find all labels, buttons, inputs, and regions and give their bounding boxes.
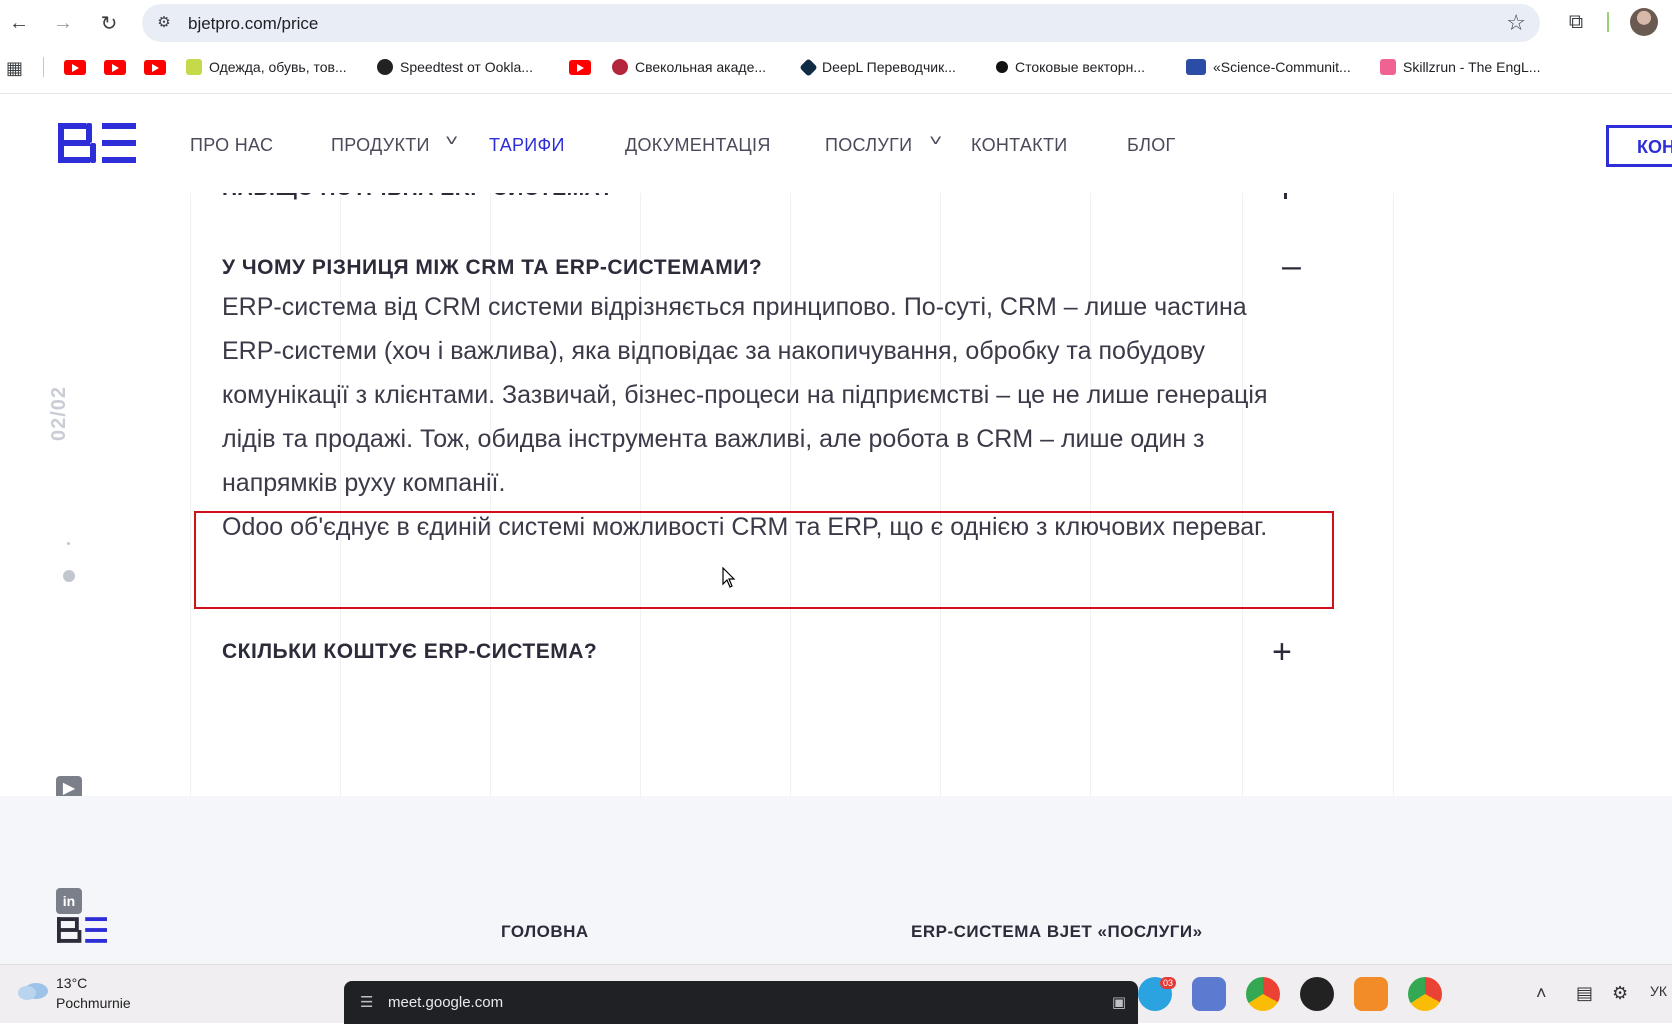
back-icon[interactable]: ← <box>4 8 34 38</box>
meet-sharing-bar[interactable]: ☰ meet.google.com ▣ <box>344 981 1138 1024</box>
language-icon[interactable]: ⚙ <box>1612 983 1628 1004</box>
network-icon[interactable]: ▤ <box>1576 983 1593 1004</box>
bookmark-deepl[interactable]: DeepL Переводчик... <box>799 52 956 82</box>
footer-logo[interactable] <box>57 916 107 944</box>
faq-question-2[interactable]: У ЧОМУ РІЗНИЦЯ МІЖ CRM ТА ERP-СИСТЕМАМИ? <box>222 256 762 280</box>
menu-products[interactable]: ПРОДУКТИ <box>331 135 430 156</box>
menu-contacts[interactable]: КОНТАКТИ <box>971 135 1068 156</box>
deepl-icon <box>799 57 818 77</box>
skillzrun-icon <box>1380 59 1396 75</box>
profile-avatar[interactable] <box>1630 8 1658 36</box>
bookmark-label: DeepL Переводчик... <box>822 59 956 75</box>
cloud-icon[interactable] <box>16 979 50 1001</box>
bjet-logo[interactable] <box>58 123 136 163</box>
chrome-profile-icon[interactable] <box>1408 977 1442 1011</box>
bookmarks-bar: Одежда, обувь, тов... Speedtest от Ookla… <box>0 52 1672 82</box>
media-player-icon[interactable] <box>1300 977 1334 1011</box>
browser-chrome: ← → ↻ ⚙ bjetpro.com/price ☆ ⧉ ▦ Одежда, … <box>0 0 1672 94</box>
site-header: ПРО НАС ПРОДУКТИ ˅ ТАРИФИ ДОКУМЕНТАЦІЯ П… <box>0 95 1672 193</box>
reload-icon[interactable]: ↻ <box>94 8 124 38</box>
chevron-down-icon[interactable]: ˅ <box>929 133 942 151</box>
youtube-icon <box>104 59 126 75</box>
menu-services[interactable]: ПОСЛУГИ <box>825 135 912 156</box>
mouse-cursor-icon <box>722 567 736 588</box>
plus-icon[interactable]: + <box>1272 635 1292 669</box>
youtube-icon <box>144 59 166 75</box>
bookmark-speedtest[interactable]: Speedtest от Ookla... <box>377 52 533 82</box>
camera-icon[interactable]: ▣ <box>1112 993 1126 1011</box>
bookmark-star-icon[interactable]: ☆ <box>1506 10 1526 36</box>
bookmark-label: Skillzrun - The EngL... <box>1403 59 1541 75</box>
bookmark-beet[interactable]: Свекольная акаде... <box>612 52 766 82</box>
forward-icon[interactable]: → <box>48 8 78 38</box>
bookmark-youtube-4[interactable] <box>569 52 591 82</box>
faq-toggle-icon[interactable] <box>1284 193 1287 199</box>
meet-url: meet.google.com <box>388 994 504 1011</box>
linkedin-icon[interactable]: in <box>56 888 82 914</box>
beet-icon <box>612 59 628 75</box>
bookmark-label: «Science-Communit... <box>1213 59 1351 75</box>
bookmark-label: Свекольная акаде... <box>635 59 767 75</box>
chrome-icon[interactable] <box>1246 977 1280 1011</box>
slide-counter: 02/02 <box>48 385 70 441</box>
telegram-badge: 03 <box>1160 977 1177 989</box>
footer-link-services[interactable]: ERP-СИСТЕМА ВJET «ПОСЛУГИ» <box>911 922 1203 942</box>
faq-section: 02/02 НАВІЩО ПОТРІБНА ERP-СИСТЕМА? У ЧОМ… <box>0 193 1672 796</box>
faq-question-3[interactable]: СКІЛЬКИ КОШТУЄ ERP-СИСТЕМА? <box>222 640 597 664</box>
bookmark-youtube-3[interactable] <box>144 52 166 82</box>
faq-answer: ERP-система від CRM системи відрізняєтьс… <box>222 285 1312 549</box>
bookmark-science[interactable]: «Science-Communit... <box>1186 52 1351 82</box>
stock-icon <box>996 61 1008 73</box>
footer-link-home[interactable]: ГОЛОВНА <box>501 922 589 942</box>
highlight-box <box>194 511 1334 609</box>
site-settings-icon[interactable]: ⚙ <box>154 13 174 33</box>
menu-pricing[interactable]: ТАРИФИ <box>489 135 565 156</box>
grid-line <box>190 193 191 796</box>
science-icon <box>1186 59 1206 75</box>
weather-temp[interactable]: 13°C <box>56 975 87 991</box>
bookmark-label: Speedtest от Ookla... <box>400 59 533 75</box>
chevron-down-icon[interactable]: ˅ <box>445 133 458 151</box>
faq-question-1[interactable]: НАВІЩО ПОТРІБНА ERP-СИСТЕМА? <box>222 193 614 201</box>
speedtest-icon <box>377 59 393 75</box>
menu-about[interactable]: ПРО НАС <box>190 135 273 156</box>
shop-icon <box>186 59 202 75</box>
footer: in ГОЛОВНА ERP-СИСТЕМА ВJET «ПОСЛУГИ» <box>0 796 1672 964</box>
extensions-icon[interactable]: ⧉ <box>1562 8 1590 36</box>
address-bar[interactable]: ⚙ bjetpro.com/price ☆ <box>142 4 1540 42</box>
tune-icon[interactable]: ☰ <box>360 993 373 1011</box>
youtube-icon <box>569 59 591 75</box>
pager-dot[interactable] <box>67 542 70 545</box>
menu-docs[interactable]: ДОКУМЕНТАЦІЯ <box>625 135 771 156</box>
toolbar-divider <box>1607 12 1609 32</box>
pager-dot-active[interactable] <box>63 570 75 582</box>
calculator-icon[interactable] <box>1192 977 1226 1011</box>
answer-paragraph-1: ERP-система від CRM системи відрізняєтьс… <box>222 293 1268 497</box>
taskbar: 13°C Pochmurnie ☰ meet.google.com ▣ 03 ˄… <box>0 964 1672 1024</box>
bookmark-label: Одежда, обувь, тов... <box>209 59 347 75</box>
bookmark-stock[interactable]: Стоковые векторн... <box>996 52 1145 82</box>
contact-button[interactable]: КОН <box>1606 125 1672 167</box>
chevron-up-icon[interactable]: ˄ <box>1536 983 1547 1004</box>
app-icon[interactable] <box>1354 977 1388 1011</box>
bookmark-label: Стоковые векторн... <box>1015 59 1145 75</box>
bookmark-youtube-1[interactable] <box>64 52 86 82</box>
url-text[interactable]: bjetpro.com/price <box>188 14 318 34</box>
weather-desc[interactable]: Pochmurnie <box>56 995 131 1011</box>
menu-blog[interactable]: БЛОГ <box>1127 135 1176 156</box>
grid-line <box>1393 193 1394 796</box>
minus-icon[interactable]: – <box>1282 249 1301 283</box>
language-label[interactable]: УК <box>1650 983 1667 999</box>
youtube-icon <box>64 59 86 75</box>
bookmark-shop[interactable]: Одежда, обувь, тов... <box>186 52 347 82</box>
bookmark-skillzrun[interactable]: Skillzrun - The EngL... <box>1380 52 1540 82</box>
bookmark-youtube-2[interactable] <box>104 52 126 82</box>
